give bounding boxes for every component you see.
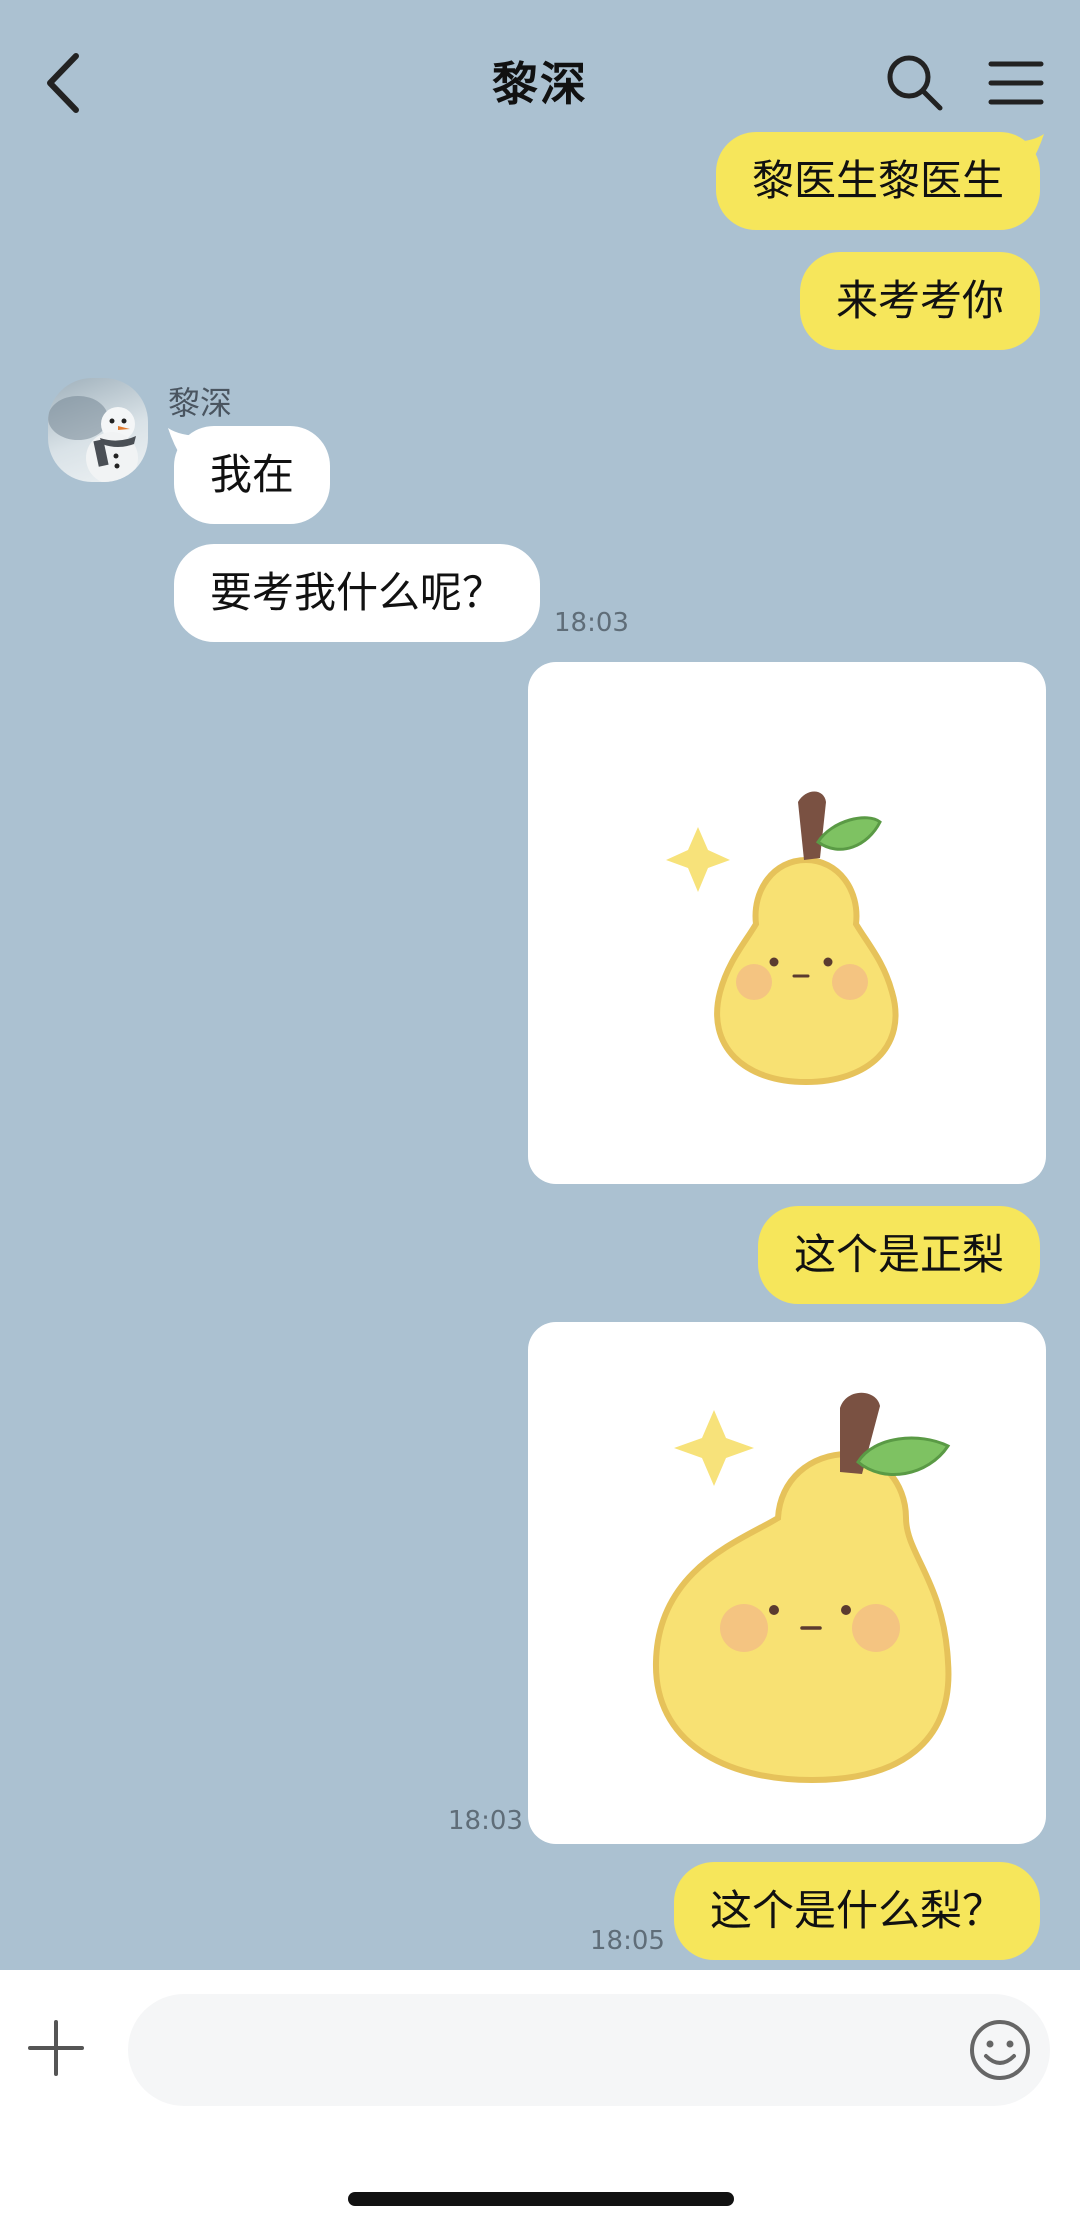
message-text: 要考我什么呢？ <box>210 568 505 617</box>
sender-name: 黎深 <box>168 384 233 422</box>
message-bubble-outgoing[interactable]: 这个是什么梨？ <box>673 1862 1040 1960</box>
pear-sticker-image <box>652 1392 952 1784</box>
search-icon[interactable] <box>884 52 944 112</box>
contact-avatar[interactable] <box>48 378 148 482</box>
message-bubble-outgoing[interactable]: 来考考你 <box>799 252 1040 350</box>
hamburger-menu-icon[interactable] <box>988 58 1044 108</box>
message-text: 我在 <box>210 450 295 499</box>
message-text: 这个是什么梨？ <box>709 1886 1004 1935</box>
home-indicator <box>348 2192 734 2206</box>
snowman-avatar-image <box>48 396 138 482</box>
message-text: 来考考你 <box>835 276 1004 325</box>
sticker-message[interactable] <box>528 662 1046 1184</box>
plus-icon[interactable] <box>28 2020 84 2076</box>
pear-sticker-image <box>666 791 899 1086</box>
message-bubble-outgoing[interactable]: 黎医生黎医生 <box>715 132 1040 230</box>
message-input[interactable] <box>128 1994 1050 2106</box>
message-timestamp: 18:03 <box>448 1806 523 1836</box>
message-timestamp: 18:05 <box>590 1926 665 1956</box>
message-bubble-incoming[interactable]: 要考我什么呢？ <box>174 544 541 642</box>
message-bubble-incoming[interactable]: 我在 <box>174 426 331 524</box>
sticker-message[interactable] <box>528 1322 1046 1844</box>
message-timestamp: 18:03 <box>554 608 629 638</box>
message-bubble-outgoing[interactable]: 这个是正梨 <box>757 1206 1040 1304</box>
message-text: 这个是正梨 <box>793 1230 1004 1279</box>
smiley-emoji-icon[interactable] <box>968 2018 1032 2082</box>
message-text: 黎医生黎医生 <box>751 156 1004 205</box>
